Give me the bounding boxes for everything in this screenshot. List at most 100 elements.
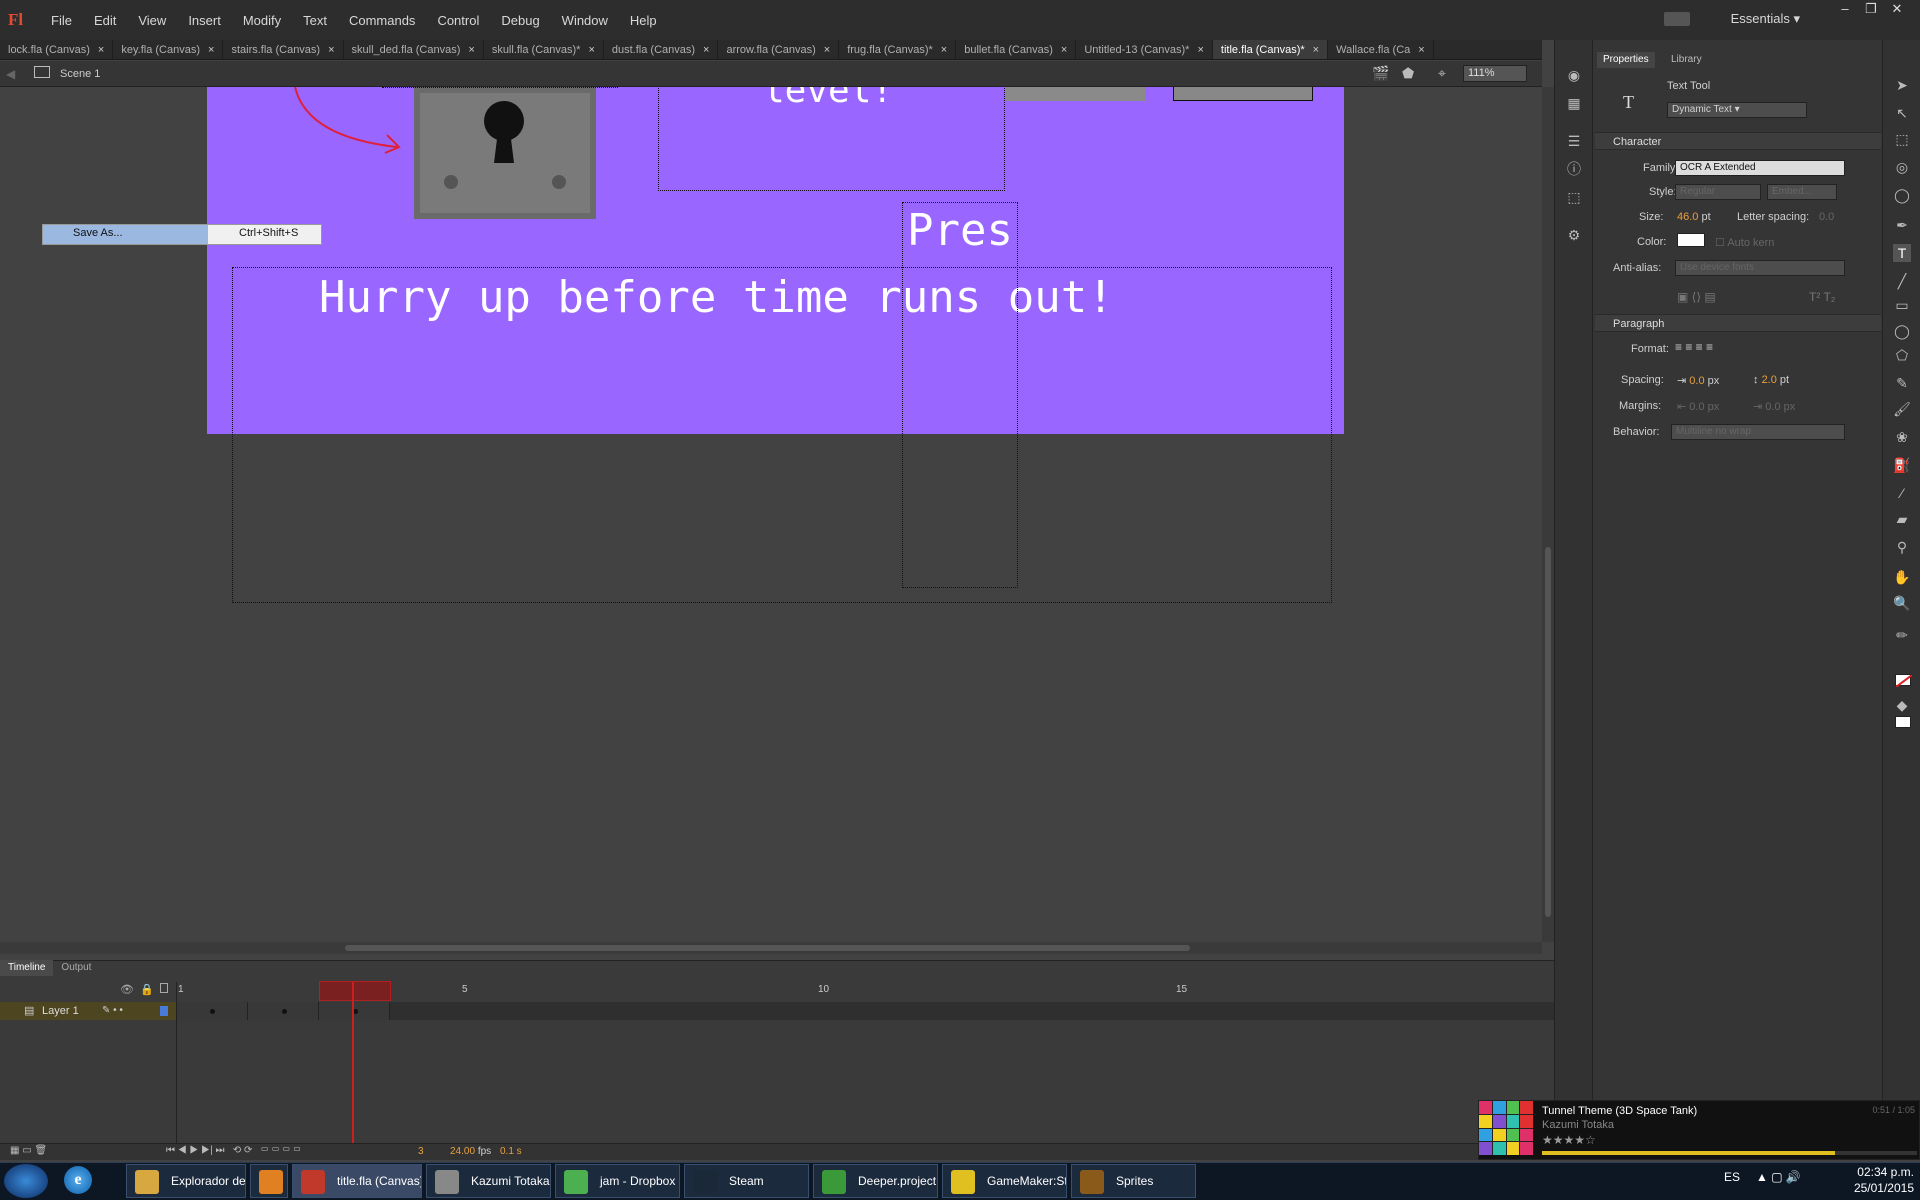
current-frame[interactable]: 3 bbox=[418, 1146, 424, 1157]
menu-control[interactable]: Control bbox=[426, 13, 490, 28]
tab-properties[interactable]: Properties bbox=[1597, 52, 1655, 68]
stage-area[interactable]: level! Pres Hurry up before time runs ou… bbox=[0, 87, 1542, 942]
minimize-button[interactable]: – bbox=[1832, 0, 1858, 18]
frame-cells[interactable] bbox=[176, 1002, 1536, 1020]
font-family-select[interactable]: OCR A Extended bbox=[1675, 160, 1845, 176]
antialias-select[interactable]: Use device fonts bbox=[1675, 260, 1845, 276]
close-tab-icon[interactable]: × bbox=[588, 40, 594, 59]
eraser-tool-icon[interactable]: ▰ bbox=[1893, 510, 1911, 528]
close-button[interactable]: ✕ bbox=[1884, 0, 1910, 18]
zoom-select[interactable]: 111% bbox=[1463, 65, 1527, 82]
menu-file[interactable]: File bbox=[40, 13, 83, 28]
close-tab-icon[interactable]: × bbox=[328, 40, 334, 59]
paragraph-section[interactable]: Paragraph bbox=[1595, 314, 1881, 332]
hurry-text-box[interactable] bbox=[232, 267, 1332, 603]
internet-explorer-icon[interactable]: e bbox=[64, 1166, 92, 1194]
align-buttons[interactable]: ≡ ≡ ≡ ≡ bbox=[1675, 340, 1713, 354]
save-as-menu-item[interactable]: Save As... bbox=[73, 227, 123, 239]
doc-tab-7[interactable]: frug.fla (Canvas)* × bbox=[839, 40, 957, 59]
paint-bucket-tool-icon[interactable]: ⛽ bbox=[1893, 456, 1911, 474]
doc-tab-1[interactable]: key.fla (Canvas) × bbox=[113, 40, 224, 59]
playhead-marker[interactable] bbox=[319, 981, 391, 1001]
align-icon[interactable]: ☰ bbox=[1565, 132, 1583, 150]
tab-output[interactable]: Output bbox=[53, 960, 99, 976]
clock-time[interactable]: 02:34 p.m. bbox=[1834, 1165, 1914, 1179]
color-swatch[interactable] bbox=[1677, 233, 1705, 247]
font-style-select[interactable]: Regular bbox=[1675, 184, 1761, 200]
lock-icon[interactable]: 🔒 bbox=[140, 983, 154, 996]
doc-tab-6[interactable]: arrow.fla (Canvas) × bbox=[718, 40, 840, 59]
close-tab-icon[interactable]: × bbox=[824, 40, 830, 59]
menu-modify[interactable]: Modify bbox=[232, 13, 292, 28]
close-tab-icon[interactable]: × bbox=[98, 40, 104, 59]
doc-tab-5[interactable]: dust.fla (Canvas) × bbox=[604, 40, 719, 59]
back-arrow-icon[interactable]: ◀ bbox=[6, 67, 15, 81]
tab-library[interactable]: Library bbox=[1665, 52, 1708, 68]
close-tab-icon[interactable]: × bbox=[1061, 40, 1067, 59]
subselection-tool-icon[interactable]: ↖ bbox=[1893, 104, 1911, 122]
tab-timeline[interactable]: Timeline bbox=[0, 960, 54, 976]
text-type-select[interactable]: Dynamic Text ▾ bbox=[1667, 102, 1807, 118]
line-tool-icon[interactable]: ╱ bbox=[1893, 272, 1911, 290]
close-tab-icon[interactable]: × bbox=[1313, 40, 1319, 59]
taskbar-item-5[interactable]: Steam bbox=[684, 1164, 809, 1198]
close-tab-icon[interactable]: × bbox=[1197, 40, 1203, 59]
taskbar-item-8[interactable]: Sprites bbox=[1071, 1164, 1196, 1198]
zoom-tool-icon[interactable]: 🔍 bbox=[1893, 594, 1911, 612]
close-tab-icon[interactable]: × bbox=[941, 40, 947, 59]
menu-window[interactable]: Window bbox=[551, 13, 619, 28]
close-tab-icon[interactable]: × bbox=[468, 40, 474, 59]
doc-tab-8[interactable]: bullet.fla (Canvas) × bbox=[956, 40, 1077, 59]
behavior-select[interactable]: Multiline no wrap bbox=[1671, 424, 1845, 440]
taskbar-item-4[interactable]: jam - Dropbox - G... bbox=[555, 1164, 680, 1198]
track-rating[interactable]: ★★★★☆ bbox=[1542, 1133, 1596, 1147]
doc-tab-3[interactable]: skull_ded.fla (Canvas) × bbox=[344, 40, 484, 59]
hand-tool-icon[interactable]: ✋ bbox=[1893, 568, 1911, 586]
selection-tool-icon[interactable]: ➤ bbox=[1893, 76, 1911, 94]
doc-tab-2[interactable]: stairs.fla (Canvas) × bbox=[223, 40, 344, 59]
lasso-tool-icon[interactable]: ◯ bbox=[1893, 186, 1911, 204]
menu-help[interactable]: Help bbox=[619, 13, 668, 28]
fill-color-icon[interactable]: ◆ bbox=[1893, 696, 1911, 714]
text-orientation-icons[interactable]: ▣ ⟨⟩ ▤ bbox=[1677, 290, 1716, 304]
language-indicator[interactable]: ES bbox=[1724, 1170, 1740, 1184]
swatches-icon[interactable]: ▦ bbox=[1565, 94, 1583, 112]
outline-icon[interactable] bbox=[160, 983, 168, 993]
line-spacing-value[interactable]: 2.0 bbox=[1762, 374, 1777, 386]
pen-tool-icon[interactable]: ✒ bbox=[1893, 216, 1911, 234]
doc-tab-0[interactable]: lock.fla (Canvas) × bbox=[0, 40, 114, 59]
eyedropper-tool-icon[interactable]: ⁄ bbox=[1893, 484, 1911, 502]
menu-text[interactable]: Text bbox=[292, 13, 338, 28]
3d-rotation-tool-icon[interactable]: ◎ bbox=[1893, 158, 1911, 176]
info-icon[interactable]: ⓘ bbox=[1565, 160, 1583, 178]
doc-tab-11[interactable]: Wallace.fla (Ca × bbox=[1328, 40, 1434, 59]
superscript-subscript-icons[interactable]: T² T₂ bbox=[1809, 290, 1835, 304]
embed-button[interactable]: Embed... bbox=[1767, 184, 1837, 200]
center-stage-icon[interactable]: ⌖ bbox=[1438, 65, 1446, 82]
transform-icon[interactable]: ⬚ bbox=[1565, 188, 1583, 206]
edit-symbol-icon[interactable]: ⬟ bbox=[1402, 65, 1414, 82]
new-layer-icon[interactable]: ▦ ▭ 🗑 bbox=[10, 1145, 47, 1156]
close-tab-icon[interactable]: × bbox=[1418, 40, 1424, 59]
level-text-box[interactable]: level! bbox=[658, 87, 1005, 191]
taskbar-item-7[interactable]: GameMaker:Studio bbox=[942, 1164, 1067, 1198]
free-transform-tool-icon[interactable]: ⬚ bbox=[1893, 130, 1911, 148]
grey-tile-sprite[interactable] bbox=[1173, 87, 1313, 101]
text-tool-icon-active[interactable]: T bbox=[1893, 244, 1911, 262]
margin-left-value[interactable]: ⇤ 0.0 px bbox=[1677, 400, 1719, 413]
oval-tool-icon[interactable]: ◯ bbox=[1893, 322, 1911, 340]
stroke-color-icon[interactable]: ✏ bbox=[1893, 626, 1911, 644]
menu-commands[interactable]: Commands bbox=[338, 13, 426, 28]
fps-value[interactable]: 24.00 bbox=[450, 1146, 475, 1157]
doc-tab-4[interactable]: skull.fla (Canvas)* × bbox=[484, 40, 604, 59]
doc-tab-10[interactable]: title.fla (Canvas)* × bbox=[1212, 40, 1329, 59]
menu-debug[interactable]: Debug bbox=[490, 13, 550, 28]
taskbar-item-3[interactable]: Kazumi Totaka - ... bbox=[426, 1164, 551, 1198]
doc-tab-9[interactable]: Untitled-13 (Canvas)* × bbox=[1076, 40, 1213, 59]
auto-kern-checkbox[interactable]: ☐ Auto kern bbox=[1715, 236, 1774, 249]
character-section[interactable]: Character bbox=[1595, 132, 1881, 150]
edit-scene-icon[interactable]: 🎬 bbox=[1372, 65, 1389, 82]
start-button[interactable] bbox=[4, 1164, 48, 1198]
horizontal-scrollbar[interactable] bbox=[0, 942, 1542, 954]
keyframe-1[interactable] bbox=[176, 1002, 248, 1020]
